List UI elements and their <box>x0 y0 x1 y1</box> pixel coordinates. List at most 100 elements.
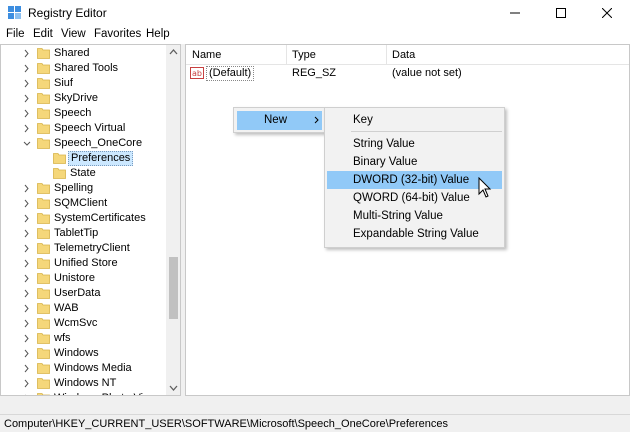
chevron-right-icon[interactable] <box>23 244 31 253</box>
folder-icon <box>37 213 50 224</box>
chevron-right-icon[interactable] <box>23 64 31 73</box>
chevron-right-icon[interactable] <box>23 229 31 238</box>
submenu-item-binary-value[interactable]: Binary Value <box>327 153 502 171</box>
registry-path: Computer\HKEY_CURRENT_USER\SOFTWARE\Micr… <box>4 418 449 430</box>
submenu-item-expandable-string-value[interactable]: Expandable String Value <box>327 225 502 243</box>
folder-icon <box>37 393 50 395</box>
scroll-up-icon[interactable] <box>169 48 178 56</box>
tree-item[interactable]: TelemetryClient <box>1 241 166 256</box>
tree-item[interactable]: SQMClient <box>1 196 166 211</box>
submenu-separator <box>351 131 502 132</box>
tree-item[interactable]: Shared Tools <box>1 61 166 76</box>
tree-item[interactable]: Shared <box>1 46 166 61</box>
tree-item[interactable]: Windows <box>1 346 166 361</box>
column-data-header[interactable]: Data <box>392 49 415 61</box>
chevron-down-icon[interactable] <box>23 139 31 148</box>
menu-favorites[interactable]: Favorites <box>94 28 141 40</box>
folder-icon <box>37 318 50 329</box>
context-menu-new[interactable]: New <box>237 111 322 130</box>
registry-editor-icon <box>8 6 21 19</box>
folder-icon <box>53 153 66 164</box>
chevron-right-icon[interactable] <box>23 184 31 193</box>
value-type-cell: REG_SZ <box>292 67 337 79</box>
tree-item-label: Shared <box>54 47 90 59</box>
chevron-right-icon[interactable] <box>23 289 31 298</box>
submenu-label: DWORD (32-bit) Value <box>353 174 470 186</box>
chevron-right-icon[interactable] <box>23 394 31 396</box>
tree-item-label: TabletTip <box>54 227 99 239</box>
context-menu: New <box>233 107 325 133</box>
tree-item-label: SystemCertificates <box>54 212 146 224</box>
tree-item[interactable]: Speech <box>1 106 166 121</box>
maximize-button[interactable] <box>538 0 584 26</box>
tree-item[interactable]: SkyDrive <box>1 91 166 106</box>
scroll-thumb[interactable] <box>169 257 178 319</box>
chevron-right-icon[interactable] <box>23 259 31 268</box>
tree-item[interactable]: Spelling <box>1 181 166 196</box>
key-tree-pane[interactable]: Shared Shared Tools Siuf SkyDrive Speech Spee… <box>0 44 181 396</box>
chevron-right-icon[interactable] <box>23 199 31 208</box>
submenu-item-string-value[interactable]: String Value <box>327 135 502 153</box>
folder-icon <box>37 243 50 254</box>
tree-item[interactable]: Unistore <box>1 271 166 286</box>
tree-item-label: Siuf <box>54 77 73 89</box>
chevron-right-icon[interactable] <box>23 319 31 328</box>
tree-item[interactable]: Windows Photo Viewer <box>1 391 167 396</box>
tree-item[interactable]: WAB <box>1 301 166 316</box>
tree-item[interactable]: Unified Store <box>1 256 166 271</box>
chevron-right-icon[interactable] <box>23 109 31 118</box>
tree-item-label: wfs <box>54 332 71 344</box>
chevron-right-icon[interactable] <box>23 274 31 283</box>
menu-view[interactable]: View <box>61 28 86 40</box>
submenu-item-key[interactable]: Key <box>327 111 502 129</box>
column-type-header[interactable]: Type <box>292 49 316 61</box>
tree-item-label: WcmSvc <box>54 317 98 329</box>
submenu-label: QWORD (64-bit) Value <box>353 192 470 204</box>
value-data-cell: (value not set) <box>392 67 462 79</box>
chevron-right-icon[interactable] <box>23 94 31 103</box>
tree-item-label: Windows Media <box>54 362 132 374</box>
tree-item[interactable]: Preferences <box>1 151 166 166</box>
tree-item[interactable]: WcmSvc <box>1 316 166 331</box>
column-name-header[interactable]: Name <box>192 49 221 61</box>
tree-item[interactable]: TabletTip <box>1 226 166 241</box>
minimize-button[interactable] <box>492 0 538 26</box>
chevron-right-icon[interactable] <box>23 334 31 343</box>
new-label: New <box>264 114 288 126</box>
tree-item[interactable]: Speech_OneCore <box>1 136 166 151</box>
tree-item[interactable]: Speech Virtual <box>1 121 166 136</box>
chevron-right-icon[interactable] <box>23 214 31 223</box>
menu-file[interactable]: File <box>6 28 25 40</box>
tree-item[interactable]: UserData <box>1 286 166 301</box>
chevron-right-icon[interactable] <box>23 379 31 388</box>
tree-item-label: Spelling <box>54 182 94 194</box>
tree-item[interactable]: Windows NT <box>1 376 166 391</box>
menu-help[interactable]: Help <box>146 28 170 40</box>
submenu-item-dword-value[interactable]: DWORD (32-bit) Value <box>327 171 502 189</box>
chevron-right-icon[interactable] <box>23 349 31 358</box>
submenu-item-qword-value[interactable]: QWORD (64-bit) Value <box>327 189 502 207</box>
folder-icon <box>37 198 50 209</box>
tree-vertical-scrollbar[interactable] <box>166 45 180 395</box>
close-icon <box>602 8 612 18</box>
submenu-label: Binary Value <box>353 156 418 168</box>
tree-item[interactable]: State <box>1 166 166 181</box>
folder-icon <box>37 258 50 269</box>
chevron-right-icon[interactable] <box>23 79 31 88</box>
tree-item[interactable]: Windows Media <box>1 361 166 376</box>
menu-edit[interactable]: Edit <box>33 28 53 40</box>
tree-item[interactable]: SystemCertificates <box>1 211 166 226</box>
table-row[interactable]: ab (Default) REG_SZ (value not set) <box>188 66 628 81</box>
chevron-right-icon[interactable] <box>23 304 31 313</box>
chevron-right-icon[interactable] <box>23 49 31 58</box>
status-bar: Computer\HKEY_CURRENT_USER\SOFTWARE\Micr… <box>0 414 630 432</box>
chevron-right-icon[interactable] <box>23 124 31 133</box>
scroll-down-icon[interactable] <box>169 384 178 392</box>
chevron-right-icon[interactable] <box>23 364 31 373</box>
tree-item[interactable]: Siuf <box>1 76 166 91</box>
folder-icon <box>37 363 50 374</box>
submenu-label: Multi-String Value <box>353 210 443 222</box>
tree-item[interactable]: wfs <box>1 331 166 346</box>
submenu-item-multi-string-value[interactable]: Multi-String Value <box>327 207 502 225</box>
close-button[interactable] <box>584 0 630 26</box>
